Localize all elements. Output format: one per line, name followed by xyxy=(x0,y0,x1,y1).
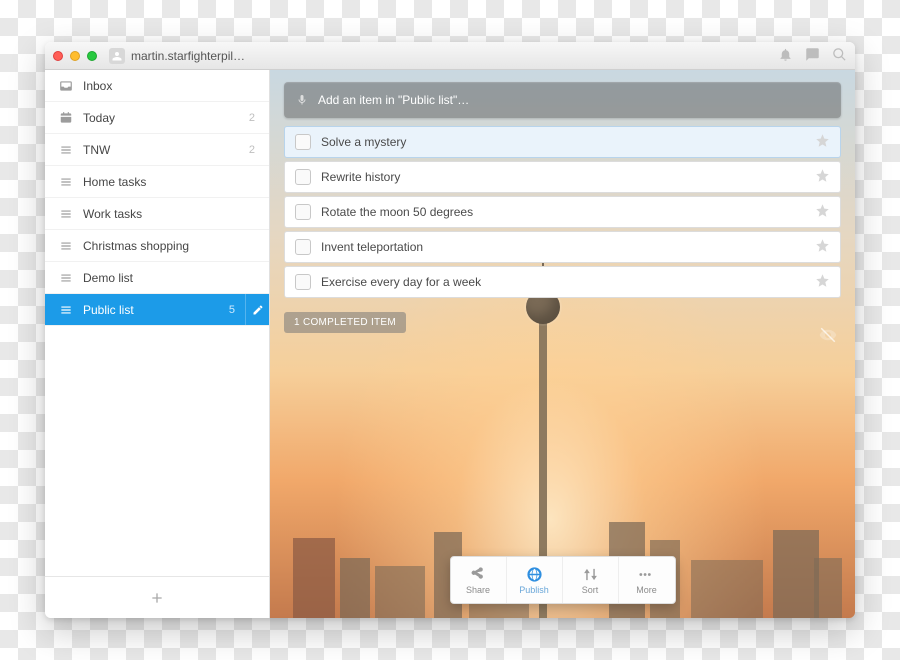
sidebar: Inbox Today 2 TNW 2 Home tasks Work tasks Chris… xyxy=(45,70,270,618)
share-icon xyxy=(470,566,487,583)
add-item-placeholder: Add an item in "Public list"… xyxy=(318,93,469,107)
sidebar-item-count: 2 xyxy=(249,144,255,156)
sidebar-item-work-tasks[interactable]: Work tasks xyxy=(45,198,269,230)
close-window-button[interactable] xyxy=(53,51,63,61)
toolbar-publish-button[interactable]: Publish xyxy=(507,557,563,603)
star-button[interactable] xyxy=(815,238,830,256)
app-window: martin.starfighterpil… Inbox Today 2 TNW 2 Ho… xyxy=(45,42,855,618)
sidebar-item-label: Christmas shopping xyxy=(83,239,189,253)
toolbar-label: Sort xyxy=(582,585,599,595)
task-label: Rotate the moon 50 degrees xyxy=(321,205,473,219)
conversations-icon[interactable] xyxy=(805,47,820,65)
visibility-icon[interactable] xyxy=(819,326,837,349)
list-icon xyxy=(59,303,73,317)
microphone-icon xyxy=(296,93,308,107)
globe-icon xyxy=(526,566,543,583)
sidebar-item-count: 5 xyxy=(229,304,235,316)
sidebar-item-count: 2 xyxy=(249,112,255,124)
notifications-icon[interactable] xyxy=(778,47,793,65)
list-icon xyxy=(59,143,73,157)
star-button[interactable] xyxy=(815,203,830,221)
sidebar-item-tnw[interactable]: TNW 2 xyxy=(45,134,269,166)
add-item-input[interactable]: Add an item in "Public list"… xyxy=(284,82,841,118)
task-row[interactable]: Solve a mystery xyxy=(284,126,841,158)
task-checkbox[interactable] xyxy=(295,204,311,220)
toolbar-label: Publish xyxy=(519,585,549,595)
titlebar: martin.starfighterpil… xyxy=(45,42,855,70)
task-label: Invent teleportation xyxy=(321,240,423,254)
sidebar-item-label: Home tasks xyxy=(83,175,146,189)
toolbar-more-button[interactable]: More xyxy=(619,557,675,603)
completed-items-toggle[interactable]: 1 COMPLETED ITEM xyxy=(284,312,406,333)
minimize-window-button[interactable] xyxy=(70,51,80,61)
add-list-button[interactable] xyxy=(45,576,269,618)
task-label: Exercise every day for a week xyxy=(321,275,481,289)
sidebar-item-demo-list[interactable]: Demo list xyxy=(45,262,269,294)
username-label: martin.starfighterpil… xyxy=(131,49,245,63)
list-icon xyxy=(59,207,73,221)
bottom-toolbar: Share Publish Sort More xyxy=(450,556,676,604)
toolbar-label: More xyxy=(636,585,657,595)
task-checkbox[interactable] xyxy=(295,239,311,255)
window-controls xyxy=(53,51,97,61)
task-label: Solve a mystery xyxy=(321,135,406,149)
task-checkbox[interactable] xyxy=(295,169,311,185)
sidebar-item-christmas-shopping[interactable]: Christmas shopping xyxy=(45,230,269,262)
list-icon xyxy=(59,239,73,253)
list-icon xyxy=(59,175,73,189)
task-checkbox[interactable] xyxy=(295,134,311,150)
task-checkbox[interactable] xyxy=(295,274,311,290)
toolbar-share-button[interactable]: Share xyxy=(451,557,507,603)
inbox-icon xyxy=(59,79,73,93)
sidebar-item-label: Inbox xyxy=(83,79,112,93)
task-row[interactable]: Invent teleportation xyxy=(284,231,841,263)
sidebar-item-today[interactable]: Today 2 xyxy=(45,102,269,134)
star-icon xyxy=(815,273,830,288)
task-label: Rewrite history xyxy=(321,170,400,184)
task-row[interactable]: Rotate the moon 50 degrees xyxy=(284,196,841,228)
sidebar-item-label: Today xyxy=(83,111,115,125)
toolbar-sort-button[interactable]: Sort xyxy=(563,557,619,603)
star-icon xyxy=(815,168,830,183)
main-pane: Add an item in "Public list"… Solve a my… xyxy=(270,70,855,618)
toolbar-label: Share xyxy=(466,585,490,595)
star-icon xyxy=(815,238,830,253)
star-button[interactable] xyxy=(815,273,830,291)
sidebar-item-label: TNW xyxy=(83,143,110,157)
star-button[interactable] xyxy=(815,133,830,151)
sidebar-item-label: Work tasks xyxy=(83,207,142,221)
plus-icon xyxy=(149,590,165,606)
pencil-icon xyxy=(252,304,264,316)
star-icon xyxy=(815,133,830,148)
person-icon xyxy=(111,50,123,62)
list-icon xyxy=(59,271,73,285)
task-row[interactable]: Rewrite history xyxy=(284,161,841,193)
star-button[interactable] xyxy=(815,168,830,186)
sidebar-item-public-list[interactable]: Public list 5 xyxy=(45,294,269,326)
avatar[interactable] xyxy=(109,48,125,64)
zoom-window-button[interactable] xyxy=(87,51,97,61)
edit-list-button[interactable] xyxy=(245,294,269,325)
calendar-icon xyxy=(59,111,73,125)
task-row[interactable]: Exercise every day for a week xyxy=(284,266,841,298)
search-icon[interactable] xyxy=(832,47,847,65)
sidebar-item-label: Public list xyxy=(83,303,134,317)
sidebar-item-home-tasks[interactable]: Home tasks xyxy=(45,166,269,198)
sort-icon xyxy=(582,566,599,583)
sidebar-item-label: Demo list xyxy=(83,271,133,285)
more-icon xyxy=(638,566,655,583)
sidebar-item-inbox[interactable]: Inbox xyxy=(45,70,269,102)
star-icon xyxy=(815,203,830,218)
